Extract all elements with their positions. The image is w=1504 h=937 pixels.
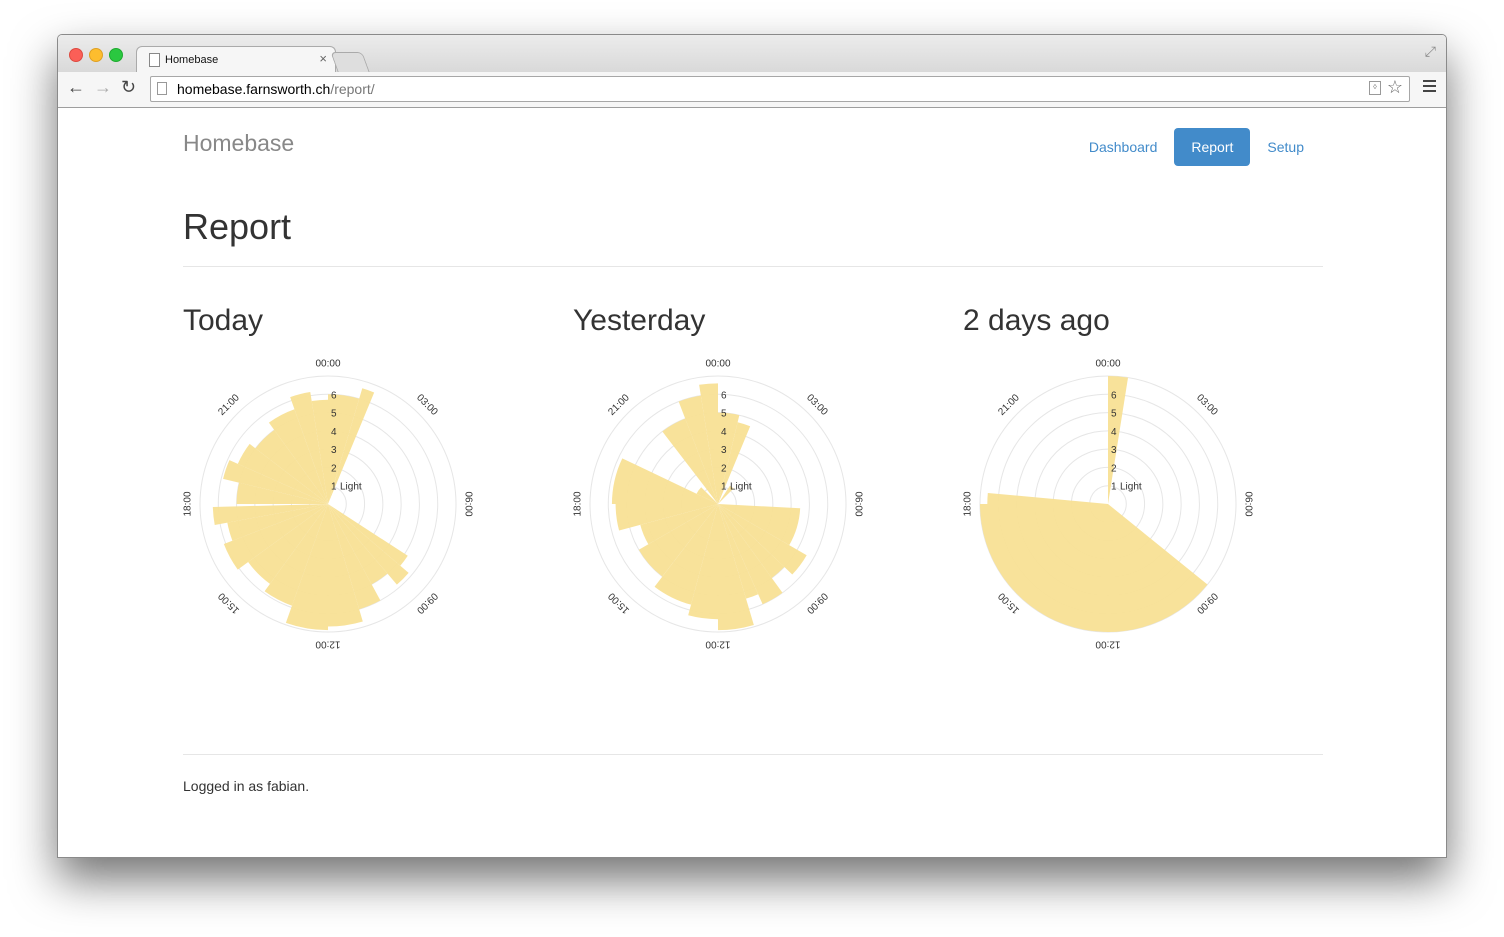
- address-bar[interactable]: homebase.farnsworth.ch/report/ ◊ ☆: [150, 76, 1410, 102]
- angle-tick-label: 12:00: [705, 638, 730, 649]
- panel-title: Yesterday: [573, 304, 706, 337]
- series-label: Light: [1120, 482, 1142, 493]
- bookmark-star-icon[interactable]: ☆: [1387, 77, 1403, 98]
- forward-arrow-icon[interactable]: →: [94, 77, 112, 98]
- angle-tick-label: 03:00: [1194, 392, 1220, 418]
- panel-title: 2 days ago: [963, 304, 1110, 337]
- angle-tick-label: 21:00: [216, 392, 242, 418]
- url-text: homebase.farnsworth.ch/report/: [177, 81, 375, 97]
- angle-tick-label: 18:00: [183, 491, 194, 516]
- angle-tick-label: 06:00: [462, 491, 473, 516]
- back-arrow-icon[interactable]: ←: [67, 77, 85, 98]
- series-label: Light: [340, 482, 362, 493]
- polar-chart-2-days-ago: 123456Light00:0003:0006:0009:0012:0015:0…: [963, 359, 1253, 650]
- panel-yesterday: Yesterday 1 2 3 4 5 6 Light 00:00 03:00 06:00 09:0…: [573, 304, 903, 674]
- page-action-icon[interactable]: ◊: [1369, 81, 1381, 95]
- polar-chart-today: 1 2 3 4 5 6 Light 00:00 03:00 06:00 09:00 12:00 15:0…: [183, 359, 473, 650]
- menu-icon[interactable]: [1423, 80, 1436, 95]
- browser-toolbar: ← → ↻ homebase.farnsworth.ch/report/ ◊ ☆: [58, 72, 1446, 108]
- angle-tick-label: 12:00: [1095, 638, 1120, 649]
- angle-tick-label: 18:00: [573, 491, 584, 516]
- angle-tick-label: 09:00: [414, 590, 440, 616]
- angle-tick-label: 21:00: [996, 392, 1022, 418]
- radial-tick-label: 6: [721, 390, 727, 401]
- page-content: Homebase Dashboard Report Setup Report T…: [58, 108, 1446, 857]
- radial-tick-label: 5: [721, 409, 727, 420]
- url-path: /report/: [330, 81, 375, 97]
- radial-tick-label: 2: [721, 463, 727, 474]
- angle-tick-label: 00:00: [1095, 359, 1120, 370]
- angle-tick-label: 03:00: [414, 392, 440, 418]
- browser-window: Homebase × ⤢ ← → ↻ homebase.farnsworth.c…: [57, 34, 1447, 858]
- nav-dashboard[interactable]: Dashboard: [1072, 128, 1175, 166]
- panel-2-days-ago: 2 days ago 1 2 3 4 5 6 Light 00:00 03:00 06:00 09:…: [963, 304, 1293, 674]
- radial-tick-label: 2: [1111, 463, 1117, 474]
- radial-tick-label: 4: [1111, 427, 1117, 438]
- close-window-button[interactable]: [69, 48, 83, 62]
- angle-tick-label: 12:00: [315, 638, 340, 649]
- radial-tick-label: 4: [331, 427, 337, 438]
- minimize-window-button[interactable]: [89, 48, 103, 62]
- divider: [183, 754, 1323, 755]
- radial-tick-label: 6: [331, 390, 337, 401]
- radial-tick-label: 4: [721, 427, 727, 438]
- brand-logo[interactable]: Homebase: [183, 130, 294, 157]
- polar-chart-yesterday: 1 2 3 4 5 6 Light 00:00 03:00 06:00 09:00 12:00 15:0…: [573, 359, 863, 650]
- fullscreen-icon[interactable]: ⤢: [1425, 43, 1436, 60]
- angle-tick-label: 18:00: [963, 491, 974, 516]
- angle-tick-label: 03:00: [804, 392, 830, 418]
- nav-report[interactable]: Report: [1174, 128, 1251, 166]
- url-host: homebase.farnsworth.ch: [177, 81, 331, 97]
- radial-tick-label: 3: [1111, 445, 1117, 456]
- angle-tick-label: 15:00: [216, 590, 242, 616]
- radial-tick-label: 1: [331, 482, 337, 493]
- angle-tick-label: 00:00: [705, 359, 730, 370]
- footer-login-status: Logged in as fabian.: [183, 778, 310, 794]
- radial-tick-label: 3: [721, 445, 727, 456]
- page-icon: [149, 53, 160, 67]
- angle-tick-label: 21:00: [606, 392, 632, 418]
- page-title: Report: [183, 206, 292, 247]
- angle-tick-label: 15:00: [606, 590, 632, 616]
- radial-tick-label: 2: [331, 463, 337, 474]
- tab-close-icon[interactable]: ×: [319, 51, 327, 66]
- angle-tick-label: 06:00: [852, 491, 863, 516]
- page-icon: [157, 82, 167, 95]
- radial-tick-label: 5: [1111, 409, 1117, 420]
- main-nav: Dashboard Report Setup: [1072, 128, 1321, 166]
- tab-title: Homebase: [165, 54, 219, 66]
- radial-tick-label: 1: [721, 482, 727, 493]
- radial-tick-label: 3: [331, 445, 337, 456]
- angle-tick-label: 06:00: [1242, 491, 1253, 516]
- light-wedge: [987, 492, 1108, 504]
- zoom-window-button[interactable]: [109, 48, 123, 62]
- title-bar: Homebase × ⤢: [58, 35, 1446, 74]
- radial-tick-label: 5: [331, 409, 337, 420]
- angle-tick-label: 00:00: [315, 359, 340, 370]
- panel-title: Today: [183, 304, 264, 337]
- browser-tab[interactable]: Homebase ×: [136, 46, 336, 74]
- panel-today: Today 1 2 3 4 5 6 Light 00:00 03:00 06:00 09:00 12:…: [183, 304, 513, 674]
- divider: [183, 266, 1323, 267]
- angle-tick-label: 09:00: [804, 590, 830, 616]
- nav-setup[interactable]: Setup: [1250, 128, 1321, 166]
- series-label: Light: [730, 482, 752, 493]
- radial-tick-label: 1: [1111, 482, 1117, 493]
- reload-icon[interactable]: ↻: [121, 77, 136, 98]
- new-tab-button[interactable]: [330, 52, 370, 72]
- radial-tick-label: 6: [1111, 390, 1117, 401]
